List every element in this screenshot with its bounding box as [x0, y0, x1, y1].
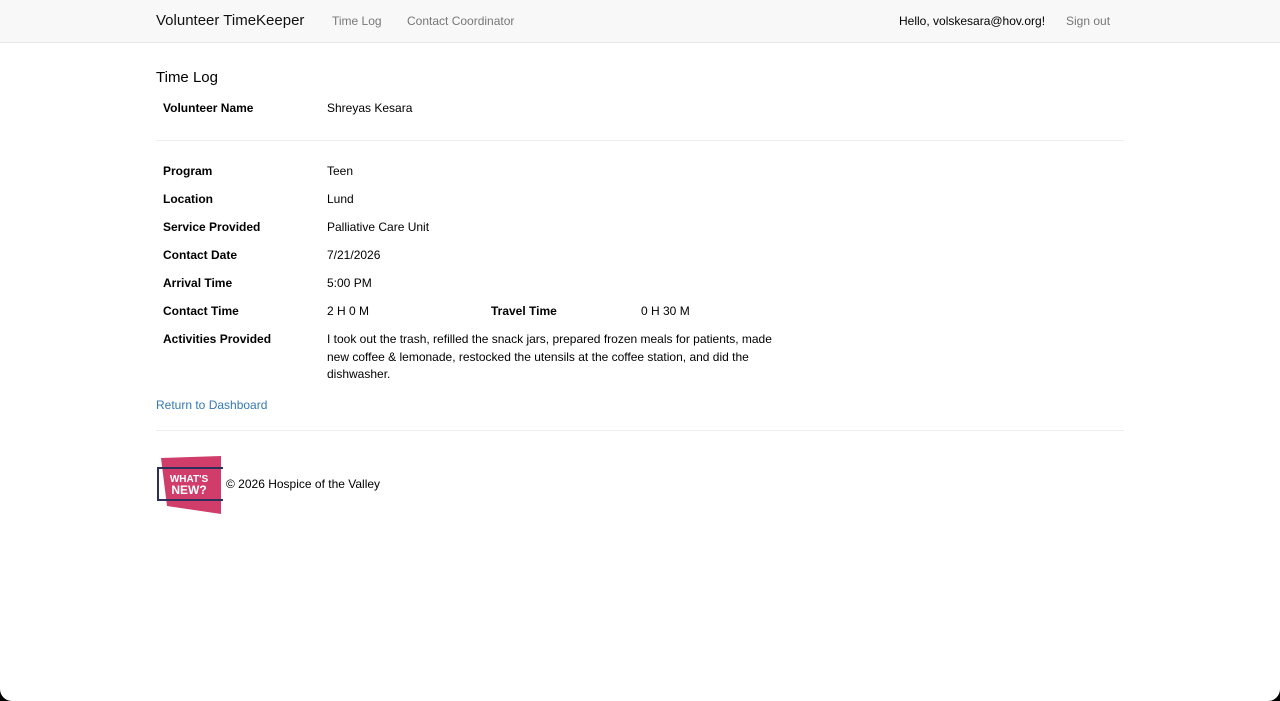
field-label: Program [163, 164, 213, 178]
field-value: 7/21/2026 [327, 248, 381, 262]
return-to-dashboard-link[interactable]: Return to Dashboard [156, 398, 267, 412]
sign-out-link[interactable]: Sign out [1066, 14, 1110, 28]
field-value: Teen [327, 164, 354, 178]
field-label: Contact Date [163, 248, 238, 262]
nav-time-log[interactable]: Time Log [332, 14, 382, 28]
user-greeting[interactable]: Hello, volskesara@hov.org! [899, 14, 1045, 28]
contact-time-value: 2 H 0 M [327, 304, 370, 318]
logo-line2: NEW? [171, 483, 206, 497]
travel-time-value: 0 H 30 M [641, 304, 690, 318]
top-navbar: Volunteer TimeKeeper Time Log Contact Co… [0, 0, 1280, 43]
volunteer-name-value: Shreyas Kesara [327, 101, 413, 115]
activities-value: I took out the trash, refilled the snack… [327, 332, 772, 381]
page-title: Time Log [156, 69, 218, 86]
field-value: Lund [327, 192, 354, 206]
divider [156, 140, 1124, 141]
divider [156, 430, 1124, 431]
nav-contact-coordinator[interactable]: Contact Coordinator [407, 14, 514, 28]
whats-new-logo[interactable]: WHAT'S NEW? [157, 456, 223, 514]
volunteer-name-label: Volunteer Name [163, 101, 254, 115]
copyright-text: © 2026 Hospice of the Valley [226, 477, 381, 491]
travel-time-label: Travel Time [491, 304, 557, 318]
field-label: Service Provided [163, 220, 261, 234]
field-label: Arrival Time [163, 276, 233, 290]
brand-link[interactable]: Volunteer TimeKeeper [156, 12, 304, 29]
contact-time-label: Contact Time [163, 304, 239, 318]
field-label: Location [163, 192, 213, 206]
activities-label: Activities Provided [163, 332, 272, 346]
field-value: Palliative Care Unit [327, 220, 430, 234]
field-value: 5:00 PM [327, 276, 372, 290]
browser-window: Volunteer TimeKeeper Time Log Contact Co… [0, 0, 1280, 701]
